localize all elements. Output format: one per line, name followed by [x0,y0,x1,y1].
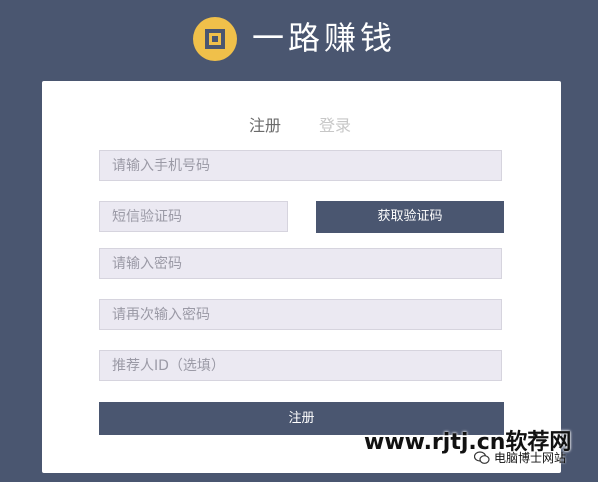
app-name: 一路赚钱 [252,19,397,57]
wechat-tag: 电脑博士网站 [474,448,566,468]
sms-code-input[interactable] [99,201,288,232]
get-code-button[interactable]: 获取验证码 [316,201,504,233]
referrer-id-input[interactable] [99,350,502,381]
tab-register[interactable]: 注册 [249,115,281,137]
tab-login[interactable]: 登录 [319,115,351,137]
register-card: 注册 登录 获取验证码 注册 [42,81,561,473]
wechat-icon [474,451,490,464]
wechat-account-label: 电脑博士网站 [494,451,567,465]
phone-input[interactable] [99,150,502,181]
coin-square-hole-icon [193,17,237,61]
password-input[interactable] [99,248,502,279]
confirm-password-input[interactable] [99,299,502,330]
app-header: 一路赚钱 [0,0,598,80]
